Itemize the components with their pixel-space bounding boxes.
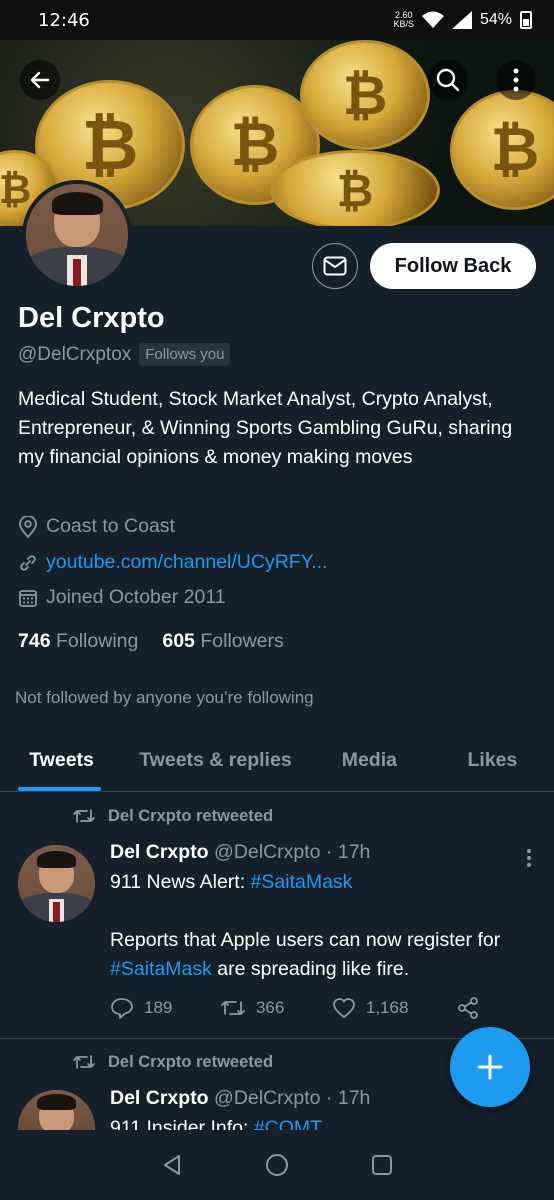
more-options-button[interactable] — [496, 60, 536, 100]
back-arrow-icon — [30, 71, 50, 89]
tab-likes[interactable]: Likes — [431, 730, 554, 791]
website-link[interactable]: youtube.com/channel/UCyRFY... — [46, 551, 327, 574]
tab-media[interactable]: Media — [308, 730, 431, 791]
location-pin-icon — [19, 515, 37, 538]
retweet-button[interactable]: 366 — [220, 998, 284, 1018]
tweet-actions: 189 366 1,168 — [110, 996, 480, 1020]
hashtag-link[interactable]: #SaitaMask — [110, 958, 212, 980]
location-text: Coast to Coast — [46, 515, 175, 537]
profile-bio: Medical Student, Stock Market Analyst, C… — [18, 388, 513, 468]
tab-tweets[interactable]: Tweets — [0, 730, 123, 791]
tweet-author-avatar[interactable] — [18, 845, 95, 922]
reply-icon — [111, 998, 133, 1019]
follows-you-badge: Follows you — [139, 343, 231, 366]
hashtag-link[interactable]: #SaitaMask — [251, 871, 353, 893]
retweet-label: Del Crxpto retweeted — [108, 1052, 274, 1071]
retweet-icon — [221, 1001, 245, 1015]
calendar-icon — [19, 589, 37, 607]
battery-percent: 54% — [479, 11, 512, 28]
share-button[interactable] — [456, 996, 480, 1020]
tweet-header: Del Crxpto @DelCrxpto · 17h — [110, 841, 370, 864]
tweet-text: 911 Insider Info: #COMT — [110, 1114, 530, 1130]
hashtag-link[interactable]: #COMT — [254, 1117, 322, 1130]
retweet-label: Del Crxpto retweeted — [108, 806, 274, 825]
compose-tweet-button[interactable] — [450, 1027, 530, 1107]
not-followed-notice: Not followed by anyone you’re following — [15, 688, 314, 707]
search-button[interactable] — [428, 60, 468, 100]
retweet-icon — [73, 1055, 95, 1069]
wifi-icon — [421, 11, 444, 28]
system-navigation-bar — [0, 1130, 554, 1200]
more-vertical-icon — [513, 68, 519, 92]
network-speed: 2.60 KB/S — [393, 10, 414, 29]
tweet-handle-time: @DelCrxpto · 17h — [214, 1087, 371, 1109]
like-button[interactable]: 1,168 — [332, 997, 409, 1019]
following-count: 746 — [18, 630, 51, 652]
tweet-header: Del Crxpto @DelCrxpto · 17h — [110, 1087, 370, 1110]
profile-tabs: Tweets Tweets & replies Media Likes — [0, 730, 554, 792]
tweet-author-name[interactable]: Del Crxpto — [110, 841, 209, 863]
joined-row: Joined October 2011 — [18, 586, 226, 609]
followers-label: Followers — [200, 630, 284, 652]
profile-avatar[interactable] — [22, 180, 132, 290]
bitcoin-coin-image: ₿ — [450, 90, 554, 210]
retweet-indicator: Del Crxpto retweeted — [72, 1052, 273, 1072]
location-row: Coast to Coast — [18, 515, 175, 538]
profile-handle: @DelCrxptox — [18, 343, 132, 365]
tweet-handle-time: @DelCrxpto · 17h — [214, 841, 371, 863]
home-circle-icon[interactable] — [264, 1152, 290, 1178]
mail-icon — [323, 256, 347, 276]
cell-signal-icon — [451, 11, 472, 29]
share-icon — [458, 997, 478, 1019]
bitcoin-coin-image: ₿ — [300, 40, 430, 150]
joined-text: Joined October 2011 — [46, 586, 226, 608]
search-icon — [436, 68, 460, 92]
more-vertical-icon — [527, 849, 531, 867]
plus-icon — [477, 1054, 503, 1080]
retweet-indicator: Del Crxpto retweeted — [72, 806, 273, 826]
follow-back-button[interactable]: Follow Back — [370, 243, 536, 289]
back-triangle-icon[interactable] — [160, 1153, 184, 1177]
tweet-author-name[interactable]: Del Crxpto — [110, 1087, 209, 1109]
tab-tweets-replies[interactable]: Tweets & replies — [123, 730, 308, 791]
recents-square-icon[interactable] — [370, 1153, 394, 1177]
following-label: Following — [55, 630, 139, 652]
link-icon — [20, 554, 36, 571]
heart-icon — [332, 998, 355, 1018]
retweet-icon — [73, 809, 95, 823]
handle-row: @DelCrxptox Follows you — [18, 343, 231, 366]
status-time: 12:46 — [38, 9, 90, 31]
status-icons: 2.60 KB/S 54% — [393, 11, 532, 29]
retweet-count: 366 — [255, 998, 285, 1017]
tweet-text: 911 News Alert: #SaitaMask Reports that … — [110, 871, 501, 980]
like-count: 1,168 — [365, 998, 409, 1017]
website-row[interactable]: youtube.com/channel/UCyRFY... — [18, 551, 327, 574]
message-button[interactable] — [312, 243, 358, 289]
follow-counts: 746 Following 605 Followers — [18, 630, 284, 653]
back-button[interactable] — [20, 60, 60, 100]
tweet-author-avatar[interactable] — [18, 1090, 95, 1130]
reply-button[interactable]: 189 — [110, 997, 172, 1019]
followers-count-link[interactable]: 605 Followers — [162, 630, 283, 653]
followers-count: 605 — [162, 630, 195, 652]
reply-count: 189 — [144, 998, 173, 1017]
bitcoin-coin-image: ₿ — [270, 150, 440, 226]
status-bar: 12:46 2.60 KB/S 54% — [0, 0, 554, 40]
battery-icon — [520, 11, 532, 29]
profile-name: Del Crxpto — [18, 302, 165, 334]
tweet-more-button[interactable] — [526, 848, 532, 868]
following-count-link[interactable]: 746 Following — [18, 630, 138, 653]
